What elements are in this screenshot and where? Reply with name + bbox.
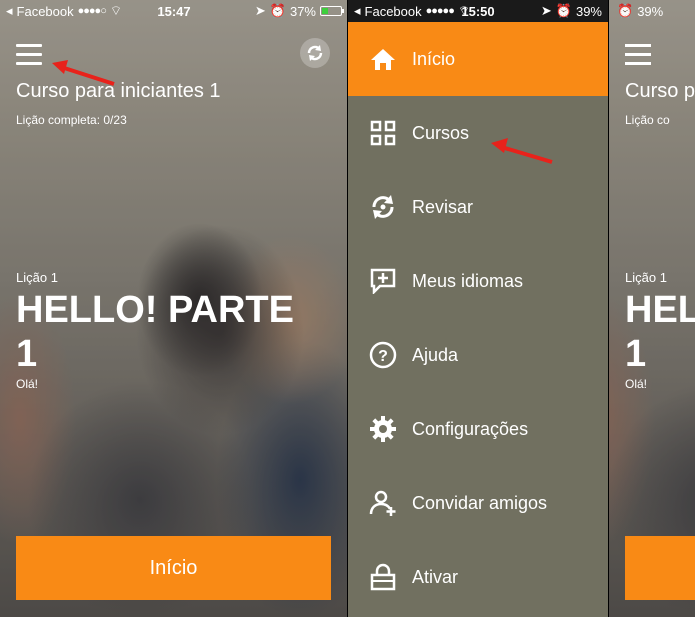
clock: 15:47: [157, 3, 191, 19]
lesson-progress: Lição co: [625, 113, 670, 127]
clock: 15:50: [461, 3, 495, 19]
menu-item-label: Convidar amigos: [412, 492, 548, 513]
sync-icon: [307, 45, 323, 61]
start-button[interactable]: [625, 536, 695, 600]
lesson-number: Lição 1: [625, 270, 667, 285]
grid-icon: [368, 118, 398, 148]
pointer-arrow: [52, 60, 115, 86]
menu-button[interactable]: [625, 44, 651, 65]
divider: [347, 0, 348, 617]
menu-item-label: Meus idiomas: [412, 270, 524, 291]
alarm-icon: ⏰: [617, 3, 634, 18]
menu-button[interactable]: [16, 44, 42, 65]
side-menu: ◂ Facebook ●●●●● ⌔ 15:50 ➤ ⏰ 39% Início …: [348, 0, 608, 617]
menu-item-label: Revisar: [412, 196, 474, 217]
lesson-title-line2: 1: [625, 333, 647, 375]
menu-item-label: Cursos: [412, 122, 470, 143]
divider: [608, 0, 609, 617]
sync-icon: [368, 192, 398, 222]
lesson-title: HEL: [625, 289, 695, 331]
lesson-subtitle: Olá!: [625, 377, 648, 391]
course-title: Curso para iniciantes 1: [16, 80, 221, 102]
lesson-progress: Lição completa: 0/23: [16, 113, 127, 127]
start-button[interactable]: Início: [16, 536, 331, 600]
menu-item-revisar[interactable]: Revisar: [348, 170, 608, 244]
menu-item-inicio[interactable]: Início: [348, 22, 608, 96]
left-screen: ◂ Facebook ●●●●○ ⌔ 15:47 ➤ ⏰ 37% Curso p…: [0, 0, 348, 617]
pointer-arrow: [491, 138, 553, 164]
add-language-icon: [368, 266, 398, 296]
battery-icon: [320, 6, 344, 16]
status-bar: ⏰ 39%: [609, 0, 695, 22]
right-screen-peek: ⏰ 39% Curso p Lição co Lição 1 HEL 1 Olá…: [609, 0, 695, 617]
svg-text:?: ?: [378, 348, 388, 365]
menu-item-label: Início: [412, 48, 456, 69]
help-icon: ?: [368, 340, 398, 370]
status-bar: ◂ Facebook ●●●●● ⌔ 15:50 ➤ ⏰ 39%: [348, 0, 608, 22]
gear-icon: [368, 414, 398, 444]
sync-button[interactable]: [300, 38, 330, 68]
menu-item-label: Ajuda: [412, 344, 459, 365]
menu-item-ajuda[interactable]: ? Ajuda: [348, 318, 608, 392]
menu-item-ativar[interactable]: Ativar: [348, 540, 608, 614]
lesson-title: HELLO! PARTE 1: [16, 289, 294, 375]
lesson-subtitle: Olá!: [16, 377, 39, 391]
menu-item-cursos[interactable]: Cursos: [348, 96, 608, 170]
lesson-number: Lição 1: [16, 270, 58, 285]
menu-item-label: Configurações: [412, 418, 529, 439]
home-icon: [368, 44, 398, 74]
status-bar: ◂ Facebook ●●●●○ ⌔ 15:47 ➤ ⏰ 37%: [0, 0, 348, 22]
unlock-icon: [368, 562, 398, 592]
menu-item-convidar-amigos[interactable]: Convidar amigos: [348, 466, 608, 540]
battery-percent: 39%: [637, 3, 664, 19]
menu-item-label: Ativar: [412, 566, 459, 587]
menu-item-meus-idiomas[interactable]: Meus idiomas: [348, 244, 608, 318]
menu-item-configuracoes[interactable]: Configurações: [348, 392, 608, 466]
course-title: Curso p: [625, 80, 695, 102]
add-user-icon: [368, 488, 398, 518]
